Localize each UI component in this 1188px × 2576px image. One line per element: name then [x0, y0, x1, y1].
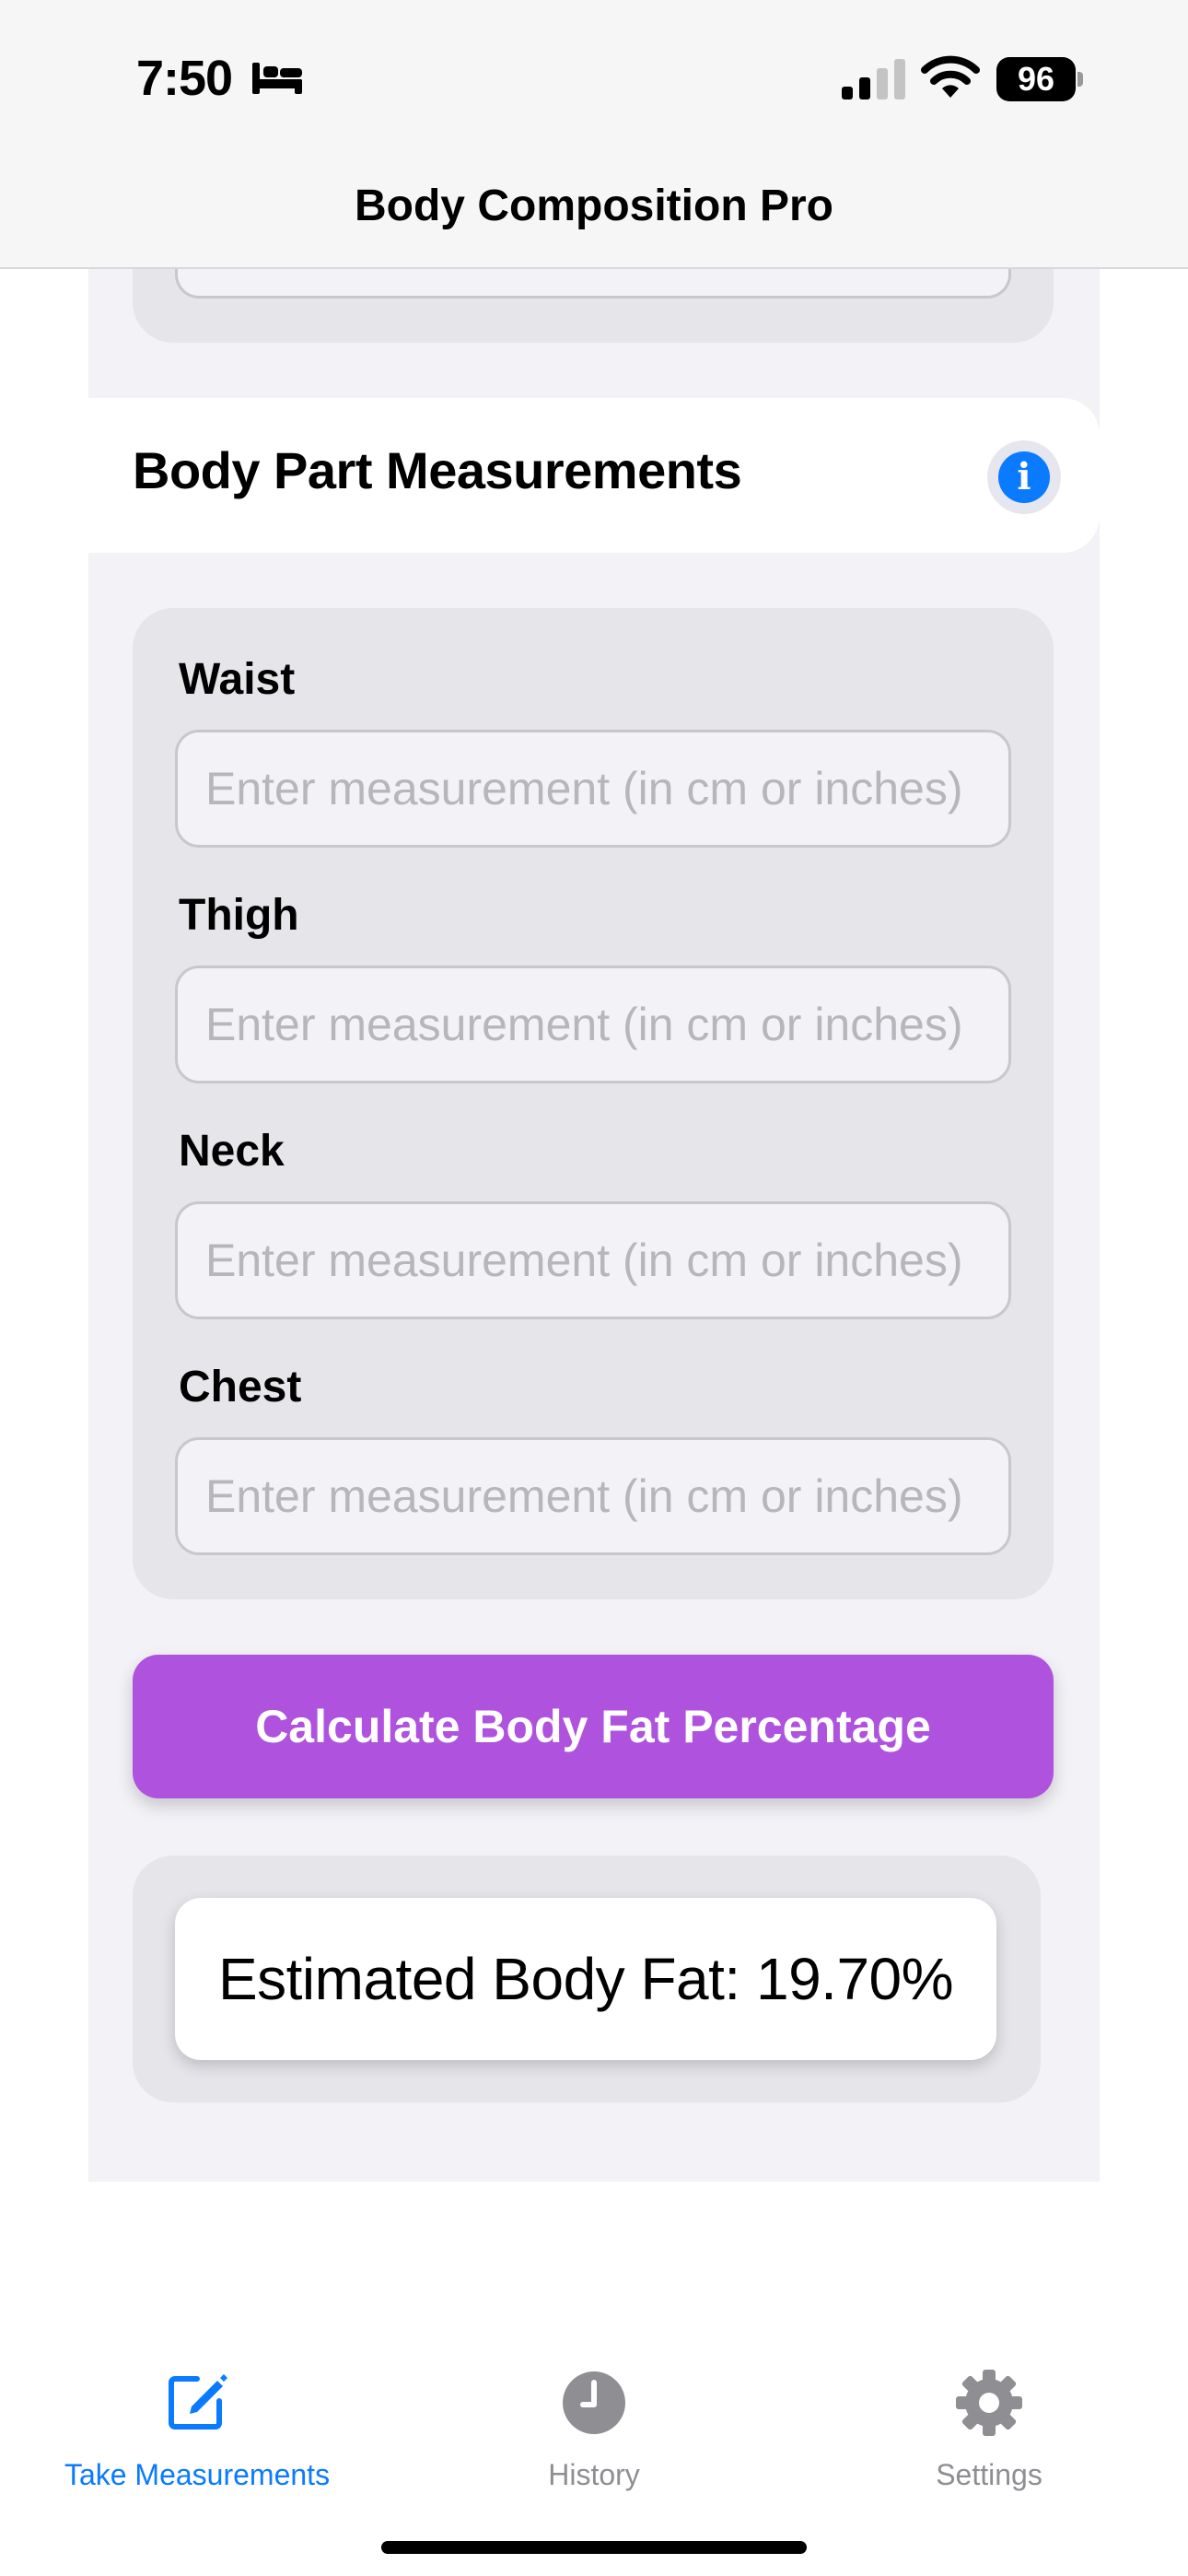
- page-title: Body Composition Pro: [355, 181, 833, 230]
- tab-take-measurements[interactable]: Take Measurements: [31, 2364, 363, 2512]
- chest-input[interactable]: [175, 1437, 1011, 1555]
- square-pencil-icon: [169, 2374, 227, 2430]
- top-bar: 7:50 96 Body Composition Pro: [0, 0, 1188, 269]
- status-time: 7:50: [136, 51, 233, 106]
- neck-input[interactable]: [175, 1201, 1011, 1319]
- battery-icon: 96: [996, 57, 1083, 101]
- tab-label: Take Measurements: [64, 2458, 331, 2491]
- tab-history[interactable]: History: [428, 2364, 760, 2512]
- calculate-body-fat-button[interactable]: Calculate Body Fat Percentage: [133, 1655, 1054, 1798]
- cellular-signal-icon: [842, 59, 905, 100]
- result-card: Estimated Body Fat: 19.70%: [133, 1856, 1041, 2102]
- waist-label: Waist: [179, 655, 296, 704]
- section-header: Body Part Measurements i: [88, 398, 1100, 553]
- app-screen: Body Part Measurements i Waist Thigh Nec…: [0, 0, 1188, 2576]
- gear-icon: [956, 2370, 1022, 2436]
- tab-label: Settings: [936, 2458, 1042, 2491]
- wifi-icon: [921, 55, 980, 98]
- section-title: Body Part Measurements: [133, 441, 742, 499]
- battery-level: 96: [996, 57, 1076, 101]
- chest-label: Chest: [179, 1363, 302, 1411]
- measurements-card: Waist Thigh Neck Chest: [133, 608, 1054, 1599]
- home-indicator[interactable]: [381, 2541, 807, 2554]
- thigh-label: Thigh: [179, 891, 299, 940]
- neck-label: Neck: [179, 1127, 285, 1176]
- waist-input[interactable]: [175, 730, 1011, 848]
- tab-settings[interactable]: Settings: [823, 2364, 1155, 2512]
- info-circle-icon: i: [998, 451, 1050, 503]
- scroll-content[interactable]: Body Part Measurements i Waist Thigh Nec…: [88, 0, 1100, 2182]
- info-button[interactable]: i: [987, 440, 1061, 514]
- tab-label: History: [548, 2458, 640, 2491]
- clock-icon: [563, 2371, 625, 2434]
- bed-icon: [252, 63, 302, 94]
- result-text: Estimated Body Fat: 19.70%: [175, 1898, 996, 2060]
- thigh-input[interactable]: [175, 966, 1011, 1083]
